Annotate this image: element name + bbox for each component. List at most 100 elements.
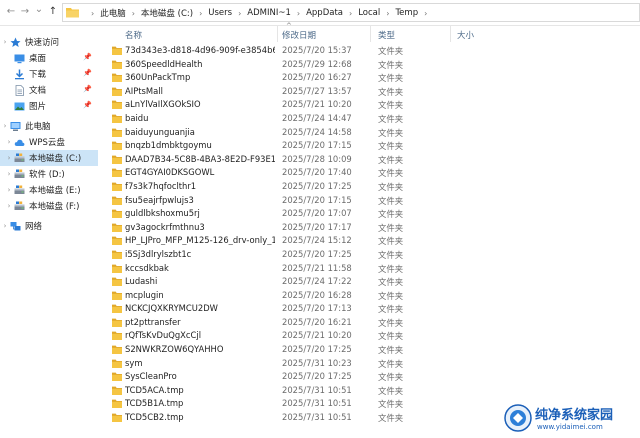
breadcrumb-separator-icon[interactable]: › — [132, 9, 135, 18]
drive-icon — [14, 185, 25, 196]
file-row[interactable]: NCKCJQXKRYMCU2DW 2025/7/20 17:13 文件夹 — [100, 302, 640, 316]
sidebar-item[interactable]: › 本地磁盘 (C:) — [0, 150, 98, 166]
pin-icon[interactable]: 📌 — [83, 53, 92, 61]
chevron-right-icon[interactable]: › — [4, 170, 14, 178]
file-type: 文件夹 — [378, 358, 404, 369]
file-row[interactable]: 73d343e3-d818-4d96-909f-e3854b68... 2025/… — [100, 44, 640, 58]
file-row[interactable]: AIPtsMall 2025/7/27 13:57 文件夹 — [100, 85, 640, 99]
navigation-pane: › 快速访问 桌面 📌 下载 📌 文档 📌 图片 📌 › 此电脑 › WPS云盘 › 本地磁盘 (C:) › 软件… — [0, 30, 100, 438]
sidebar-item[interactable]: 文档 📌 — [0, 82, 98, 98]
file-row[interactable]: bnqzb1dmbktgoymu 2025/7/20 17:15 文件夹 — [100, 139, 640, 153]
chevron-right-icon[interactable]: › — [4, 186, 14, 194]
recent-locations-chevron-icon[interactable]: ⌄ — [32, 3, 46, 17]
sidebar-item[interactable]: › 快速访问 — [0, 34, 98, 50]
column-divider[interactable] — [277, 26, 278, 42]
folder-icon — [112, 264, 122, 273]
breadcrumb-item[interactable]: Temp — [395, 8, 418, 18]
breadcrumb-separator-icon[interactable]: › — [386, 9, 389, 18]
breadcrumb-item[interactable]: ADMINI~1 — [247, 8, 291, 18]
file-type: 文件夹 — [378, 59, 404, 70]
sidebar-item[interactable]: 下载 📌 — [0, 66, 98, 82]
file-row[interactable]: 360UnPackTmp 2025/7/20 16:27 文件夹 — [100, 71, 640, 85]
sidebar-item-label: 本地磁盘 (F:) — [29, 202, 80, 212]
breadcrumb-item[interactable]: Users — [208, 8, 232, 18]
chevron-right-icon[interactable]: › — [4, 202, 14, 210]
chevron-right-icon[interactable]: › — [4, 154, 14, 162]
file-type: 文件夹 — [378, 372, 404, 383]
file-row[interactable]: i5Sj3dlrylszbt1c 2025/7/20 17:25 文件夹 — [100, 248, 640, 262]
sidebar-item[interactable]: › 软件 (D:) — [0, 166, 98, 182]
file-row[interactable]: guldlbkshoxmu5rj 2025/7/20 17:07 文件夹 — [100, 207, 640, 221]
breadcrumb-separator-icon[interactable]: › — [238, 9, 241, 18]
column-divider[interactable] — [370, 26, 371, 42]
pin-icon[interactable]: 📌 — [83, 69, 92, 77]
breadcrumb-separator-icon[interactable]: › — [424, 9, 427, 18]
file-type: 文件夹 — [378, 46, 404, 56]
file-date: 2025/7/24 15:12 — [282, 235, 352, 246]
file-row[interactable]: Ludashi 2025/7/24 17:22 文件夹 — [100, 275, 640, 289]
file-date: 2025/7/20 17:25 — [282, 180, 352, 191]
file-row[interactable]: HP_LJPro_MFP_M125-126_drv-only_1... 2025/… — [100, 234, 640, 248]
breadcrumb-separator-icon[interactable]: › — [349, 9, 352, 18]
sidebar-item[interactable]: › 网络 — [0, 218, 98, 234]
folder-icon — [112, 114, 122, 123]
folder-icon — [66, 8, 79, 18]
chevron-right-icon[interactable]: › — [0, 122, 10, 130]
file-row[interactable]: TCD5ACA.tmp 2025/7/31 10:51 文件夹 — [100, 384, 640, 398]
file-date: 2025/7/20 17:15 — [282, 140, 352, 151]
file-date: 2025/7/31 10:51 — [282, 384, 352, 395]
address-bar[interactable]: › 此电脑 › 本地磁盘 (C:) › Users › ADMINI~1 › AppData › Lo… — [62, 3, 640, 22]
sidebar-item[interactable]: › 本地磁盘 (F:) — [0, 198, 98, 214]
file-row[interactable]: pt2pttransfer 2025/7/20 16:21 文件夹 — [100, 316, 640, 330]
sidebar-item[interactable]: › 本地磁盘 (E:) — [0, 182, 98, 198]
sidebar-item[interactable]: › WPS云盘 — [0, 134, 98, 150]
folder-icon — [112, 46, 122, 55]
file-date: 2025/7/27 13:57 — [282, 85, 352, 96]
column-type[interactable]: 类型 — [378, 29, 395, 41]
chevron-right-icon[interactable]: › — [0, 38, 10, 46]
file-row[interactable]: aLnYlVaIlXGOkSIO 2025/7/21 10:20 文件夹 — [100, 98, 640, 112]
file-row[interactable]: f7s3k7hqfoclthr1 2025/7/20 17:25 文件夹 — [100, 180, 640, 194]
column-name[interactable]: 名称 — [125, 29, 142, 41]
file-row[interactable]: sym 2025/7/31 10:23 文件夹 — [100, 357, 640, 371]
file-row[interactable]: mcplugin 2025/7/20 16:28 文件夹 — [100, 289, 640, 303]
file-date: 2025/7/24 17:22 — [282, 276, 352, 287]
breadcrumb-item[interactable]: 本地磁盘 (C:) — [141, 7, 193, 19]
file-name: 360UnPackTmp — [125, 72, 191, 83]
file-row[interactable]: fsu5eajrfpwlujs3 2025/7/20 17:15 文件夹 — [100, 194, 640, 208]
breadcrumb-item[interactable]: 此电脑 — [100, 7, 126, 19]
file-row[interactable]: gv3agockrfmthnu3 2025/7/20 17:17 文件夹 — [100, 221, 640, 235]
file-name: S2NWKRZOW6QYAHHO — [125, 344, 224, 355]
column-date[interactable]: 修改日期 — [282, 29, 316, 41]
file-row[interactable]: SysCleanPro 2025/7/20 17:25 文件夹 — [100, 370, 640, 384]
column-size[interactable]: 大小 — [457, 29, 474, 41]
breadcrumb-separator-icon[interactable]: › — [199, 9, 202, 18]
breadcrumb-separator-icon[interactable]: › — [297, 9, 300, 18]
file-row[interactable]: S2NWKRZOW6QYAHHO 2025/7/20 17:25 文件夹 — [100, 343, 640, 357]
file-row[interactable]: rQfTsKvDuQgXcCjl 2025/7/21 10:20 文件夹 — [100, 329, 640, 343]
sidebar-item[interactable]: 图片 📌 — [0, 98, 98, 114]
file-name: AIPtsMall — [125, 85, 163, 96]
file-row[interactable]: EGT4GYAI0DKSGOWL 2025/7/20 17:40 文件夹 — [100, 166, 640, 180]
pin-icon[interactable]: 📌 — [83, 85, 92, 93]
file-row[interactable]: 360SpeedldHealth 2025/7/29 12:68 文件夹 — [100, 58, 640, 72]
back-arrow-icon[interactable]: ← — [4, 5, 18, 19]
chevron-right-icon[interactable]: › — [4, 138, 14, 146]
forward-arrow-icon[interactable]: → — [18, 5, 32, 19]
breadcrumb-item[interactable]: Local — [358, 8, 380, 18]
file-row[interactable]: baiduyunguanjia 2025/7/24 14:58 文件夹 — [100, 126, 640, 140]
folder-icon — [112, 209, 122, 219]
column-divider[interactable] — [450, 26, 451, 42]
sidebar-item[interactable]: › 此电脑 — [0, 118, 98, 134]
breadcrumb-item[interactable]: AppData — [306, 8, 343, 18]
up-arrow-icon[interactable]: ↑ — [46, 5, 60, 19]
chevron-right-icon[interactable]: › — [0, 222, 10, 230]
file-date: 2025/7/28 10:09 — [282, 153, 352, 164]
file-row[interactable]: DAAD7B34-5C8B-4BA3-8E2D-F93E12... 2025/7/… — [100, 153, 640, 167]
folder-icon — [112, 250, 122, 259]
sidebar-item[interactable]: 桌面 📌 — [0, 50, 98, 66]
breadcrumb-separator-icon[interactable]: › — [91, 9, 94, 18]
file-row[interactable]: kccsdkbak 2025/7/21 11:58 文件夹 — [100, 262, 640, 276]
pin-icon[interactable]: 📌 — [83, 101, 92, 109]
file-row[interactable]: baidu 2025/7/24 14:47 文件夹 — [100, 112, 640, 126]
